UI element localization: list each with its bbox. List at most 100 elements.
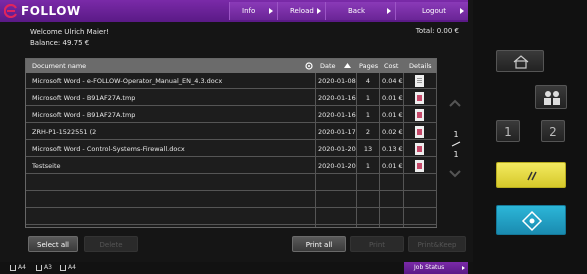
document-name-cell: ZRH-P1-1522551 (2 xyxy=(32,128,97,136)
tray-icon xyxy=(60,264,66,271)
table-row[interactable] xyxy=(26,175,436,191)
arrow-right-icon xyxy=(317,8,321,14)
users-icon xyxy=(544,91,560,105)
clear-icon xyxy=(527,171,537,181)
cost-cell: 0.01 € xyxy=(382,111,403,119)
job-status-label: Job Status xyxy=(414,264,445,271)
cost-cell: 0.01 € xyxy=(382,94,403,102)
current-page: 1 xyxy=(453,130,459,139)
scroll-up-button[interactable] xyxy=(447,95,463,111)
cost-cell: 0.13 € xyxy=(382,145,403,153)
cost-cell: 0.04 € xyxy=(382,77,403,85)
pages-cell: 2 xyxy=(365,128,371,136)
logo-text: FOLLOW xyxy=(21,4,81,18)
page-divider xyxy=(451,141,461,147)
job-status-button[interactable]: Job Status xyxy=(404,262,468,274)
pages-cell: 4 xyxy=(365,77,371,85)
word-document-icon[interactable] xyxy=(415,160,424,172)
reload-label: Reload xyxy=(290,7,314,15)
arrow-right-icon xyxy=(269,8,273,14)
document-name-cell: Microsoft Word - Control-Systems-Firewal… xyxy=(32,145,185,153)
date-cell: 2020-01-08 xyxy=(318,77,356,85)
tray-icon xyxy=(36,264,42,271)
gear-icon[interactable] xyxy=(305,62,313,70)
paper-tray-3: A4 xyxy=(60,264,76,271)
table-row[interactable]: Testseite 2020-01-20 1 0.01 € xyxy=(26,158,436,174)
welcome-text: Welcome Ulrich Maier! xyxy=(30,28,109,36)
key-2-button[interactable]: 2 xyxy=(541,120,565,142)
arrow-right-icon xyxy=(462,266,465,270)
top-bar: FOLLOW Info Reload Back Logout xyxy=(0,0,468,22)
clear-button[interactable] xyxy=(496,162,566,188)
column-document-name[interactable]: Document name xyxy=(32,59,86,73)
logout-button[interactable]: Logout xyxy=(395,2,468,20)
column-date[interactable]: Date xyxy=(320,59,336,73)
table-row[interactable]: Microsoft Word - B91AF27A.tmp 2020-01-16 1… xyxy=(26,90,436,106)
date-cell: 2020-01-17 xyxy=(318,128,356,136)
print-button[interactable]: Print xyxy=(350,236,404,252)
word-document-icon[interactable] xyxy=(415,92,424,104)
balance-text: Balance: 49.75 € xyxy=(30,39,90,47)
select-all-button[interactable]: Select all xyxy=(28,236,78,252)
info-button[interactable]: Info xyxy=(229,2,277,20)
table-row[interactable] xyxy=(26,209,436,225)
paper-size: A4 xyxy=(18,264,26,271)
word-document-icon[interactable] xyxy=(415,126,424,138)
table-row[interactable]: Microsoft Word - e-FOLLOW-Operator_Manua… xyxy=(26,73,436,89)
page-indicator: 1 1 xyxy=(450,130,462,160)
column-divider xyxy=(315,73,316,227)
reload-button[interactable]: Reload xyxy=(277,2,325,20)
column-divider xyxy=(379,73,380,227)
scroll-down-button[interactable] xyxy=(447,166,463,182)
table-row[interactable] xyxy=(26,192,436,208)
tray-icon xyxy=(10,264,16,271)
user-info: Welcome Ulrich Maier! Balance: 49.75 € xyxy=(30,27,109,49)
table-row[interactable]: Microsoft Word - Control-Systems-Firewal… xyxy=(26,141,436,157)
paper-size: A3 xyxy=(44,264,52,271)
sort-asc-icon[interactable] xyxy=(344,63,351,68)
paper-size: A4 xyxy=(68,264,76,271)
pages-cell: 1 xyxy=(365,162,371,170)
e-logo-icon xyxy=(4,4,17,18)
total-pages: 1 xyxy=(453,150,459,159)
column-divider xyxy=(403,73,404,227)
cost-cell: 0.02 € xyxy=(382,128,403,136)
key-1-button[interactable]: 1 xyxy=(496,120,520,142)
table-row[interactable]: Microsoft Word - B91AF27A.tmp 2020-01-16 1… xyxy=(26,107,436,123)
document-name-cell: Microsoft Word - e-FOLLOW-Operator_Manua… xyxy=(32,77,223,85)
document-table: Document name Date Pages Cost Details Mi… xyxy=(25,58,437,228)
date-cell: 2020-01-16 xyxy=(318,94,356,102)
date-cell: 2020-01-16 xyxy=(318,111,356,119)
total-text: Total: 0.00 € xyxy=(415,27,459,35)
info-label: Info xyxy=(242,7,256,15)
cost-cell: 0.01 € xyxy=(382,162,403,170)
home-icon xyxy=(513,55,529,69)
delete-button[interactable]: Delete xyxy=(84,236,138,252)
word-document-icon[interactable] xyxy=(415,143,424,155)
column-divider xyxy=(436,73,437,227)
print-all-button[interactable]: Print all xyxy=(292,236,346,252)
logout-label: Logout xyxy=(422,7,446,15)
logo: FOLLOW xyxy=(4,2,81,20)
document-name-cell: Microsoft Word - B91AF27A.tmp xyxy=(32,111,136,119)
print-keep-button[interactable]: Print&Keep xyxy=(408,236,466,252)
column-cost[interactable]: Cost xyxy=(384,59,398,73)
paper-tray-2: A3 xyxy=(36,264,52,271)
pages-cell: 13 xyxy=(363,145,373,153)
back-label: Back xyxy=(348,7,365,15)
start-button[interactable] xyxy=(496,205,566,235)
pages-cell: 1 xyxy=(365,94,371,102)
paper-tray-1: A4 xyxy=(10,264,26,271)
arrow-right-icon xyxy=(387,8,391,14)
word-document-icon[interactable] xyxy=(415,109,424,121)
table-row[interactable]: ZRH-P1-1522551 (2 2020-01-17 2 0.02 € xyxy=(26,124,436,140)
home-button[interactable] xyxy=(496,50,544,72)
back-button[interactable]: Back xyxy=(325,2,395,20)
column-pages[interactable]: Pages xyxy=(359,59,378,73)
table-header: Document name Date Pages Cost Details xyxy=(26,59,436,73)
device-panel: 1 2 xyxy=(473,0,587,274)
column-details: Details xyxy=(409,62,432,70)
users-button[interactable] xyxy=(535,85,567,109)
pages-cell: 1 xyxy=(365,111,371,119)
text-document-icon[interactable] xyxy=(415,75,424,87)
